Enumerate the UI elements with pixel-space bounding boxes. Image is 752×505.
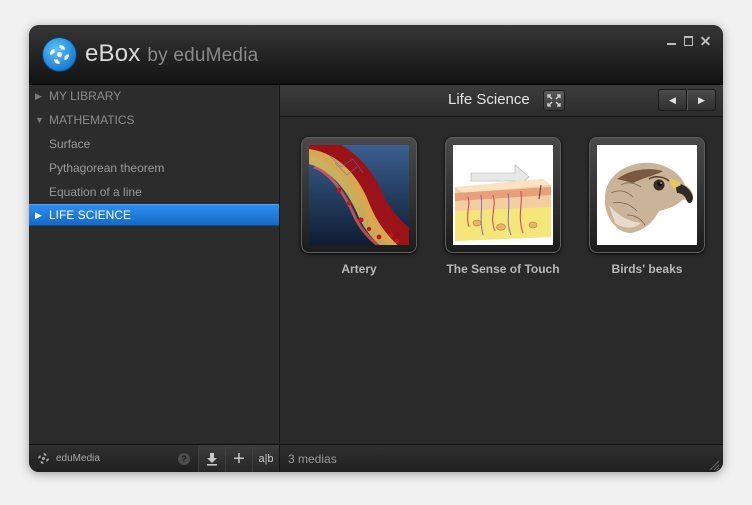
thumbnail-frame [301, 137, 417, 253]
rename-button[interactable]: a|b [252, 445, 279, 472]
sidebar-item-label: LIFE SCIENCE [49, 208, 132, 222]
skin-cross-section-illustration [453, 145, 553, 245]
previous-button[interactable]: ◀ [658, 89, 687, 111]
page-title: Life Science [448, 91, 530, 108]
media-title: Birds' beaks [611, 262, 683, 276]
sidebar-item-label: Pythagorean theorem [49, 161, 165, 175]
triangle-right-icon: ▶ [35, 91, 42, 101]
media-count: 3 medias [288, 452, 337, 466]
fullscreen-button[interactable] [543, 90, 565, 111]
media-title: Artery [341, 262, 377, 276]
footer-brand: eduMedia [37, 452, 100, 465]
next-button[interactable]: ▶ [687, 89, 716, 111]
media-item-birds-beaks[interactable]: Birds' beaks [582, 137, 712, 277]
sidebar-footer: eduMedia ? + a|b [29, 444, 280, 472]
sidebar-item-label: MATHEMATICS [49, 113, 135, 127]
thumbnail-frame [589, 137, 705, 253]
edumedia-logo-icon [38, 453, 49, 464]
library-sidebar: ▶ MY LIBRARY ▼ MATHEMATICS Surface Pytha… [29, 85, 280, 443]
artery-illustration [309, 145, 409, 245]
download-button[interactable] [198, 445, 225, 472]
sidebar-item-label: Surface [49, 137, 91, 151]
sidebar-item-life-science[interactable]: ▶ LIFE SCIENCE [29, 204, 279, 226]
fullscreen-icon [547, 94, 561, 107]
media-grid: Artery The Sense of Touch Birds' beaks [280, 117, 723, 443]
download-icon [207, 453, 217, 466]
media-title: The Sense of Touch [446, 262, 560, 276]
thumbnail-frame [445, 137, 561, 253]
help-button[interactable]: ? [178, 453, 190, 465]
content-header: Life Science ◀ ▶ [280, 85, 723, 117]
app-title: eBox by eduMedia [85, 40, 258, 68]
triangle-down-icon: ▼ [35, 115, 44, 125]
sidebar-item-pythagorean-theorem[interactable]: Pythagorean theorem [29, 157, 279, 179]
sidebar-item-label: Equation of a line [49, 185, 142, 199]
resize-grip-icon[interactable] [708, 458, 720, 471]
sidebar-item-label: MY LIBRARY [49, 89, 122, 103]
status-bar: 3 medias [280, 444, 723, 472]
app-suffix: by eduMedia [147, 45, 259, 66]
app-window: eBox by eduMedia ▶ MY LIBRARY ▼ MATHEMAT… [29, 25, 723, 472]
arrow-right-icon: ▶ [698, 95, 705, 105]
rename-icon: a|b [258, 453, 274, 465]
title-bar[interactable]: eBox by eduMedia [29, 25, 723, 85]
add-button[interactable]: + [225, 445, 252, 472]
minimize-icon[interactable] [666, 35, 677, 46]
add-icon: + [233, 448, 245, 470]
hawk-head-illustration [597, 145, 697, 245]
footer-brand-label: eduMedia [56, 453, 100, 464]
media-navigation: ◀ ▶ [658, 89, 716, 111]
sidebar-item-equation-of-a-line[interactable]: Equation of a line [29, 181, 279, 203]
arrow-left-icon: ◀ [669, 95, 676, 105]
sidebar-item-my-library[interactable]: ▶ MY LIBRARY [29, 85, 279, 107]
triangle-right-icon: ▶ [35, 210, 42, 220]
media-item-artery[interactable]: Artery [294, 137, 424, 277]
maximize-icon[interactable] [683, 35, 694, 46]
edumedia-logo-icon [43, 38, 76, 71]
media-item-sense-of-touch[interactable]: The Sense of Touch [438, 137, 568, 277]
close-icon[interactable] [700, 35, 711, 46]
app-name: eBox [85, 40, 141, 67]
window-controls [666, 35, 711, 46]
sidebar-item-surface[interactable]: Surface [29, 133, 279, 155]
sidebar-item-mathematics[interactable]: ▼ MATHEMATICS [29, 109, 279, 131]
